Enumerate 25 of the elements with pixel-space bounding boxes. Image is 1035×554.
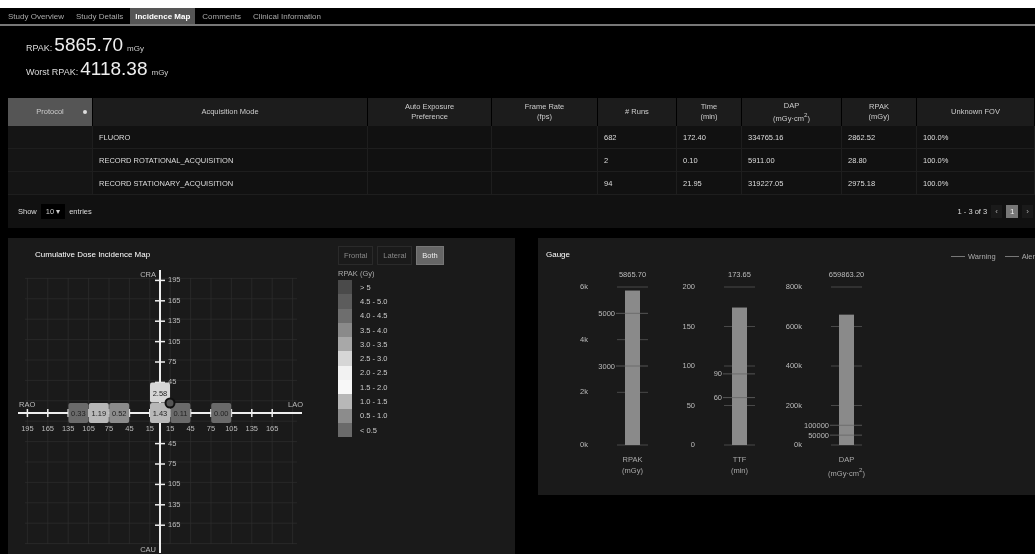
metric-unit: mGy [127, 44, 144, 53]
threshold-line [829, 434, 863, 436]
panel-title: Gauge [545, 249, 571, 261]
legend-line [951, 256, 965, 257]
tab[interactable]: Study Overview [3, 8, 70, 24]
metric-label: RPAK: [26, 43, 53, 53]
position-marker [164, 397, 176, 409]
threshold-line [722, 397, 756, 398]
tab[interactable]: Study Details [71, 8, 129, 24]
tab[interactable]: Clinical Information [248, 8, 326, 24]
threshold-line [722, 373, 756, 375]
legend-line [1004, 256, 1019, 257]
metric-value: 4118.38 [80, 58, 148, 80]
metric-unit: mGy [151, 68, 169, 77]
page-button[interactable]: 1 [1005, 205, 1019, 218]
threshold-line [615, 312, 649, 314]
panel-title: Cumulative Dose Incidence Map [34, 249, 152, 261]
tab[interactable]: Incidence Map [130, 8, 196, 24]
metric-value: 5865.70 [54, 34, 124, 56]
threshold-line [829, 424, 863, 426]
previous-page-button[interactable]: ‹ [991, 205, 1002, 218]
metric-label: Worst RPAK: [26, 67, 79, 77]
tab[interactable]: Comments [197, 8, 246, 24]
sort-icon [83, 110, 87, 114]
next-page-button[interactable]: › [1022, 205, 1033, 218]
